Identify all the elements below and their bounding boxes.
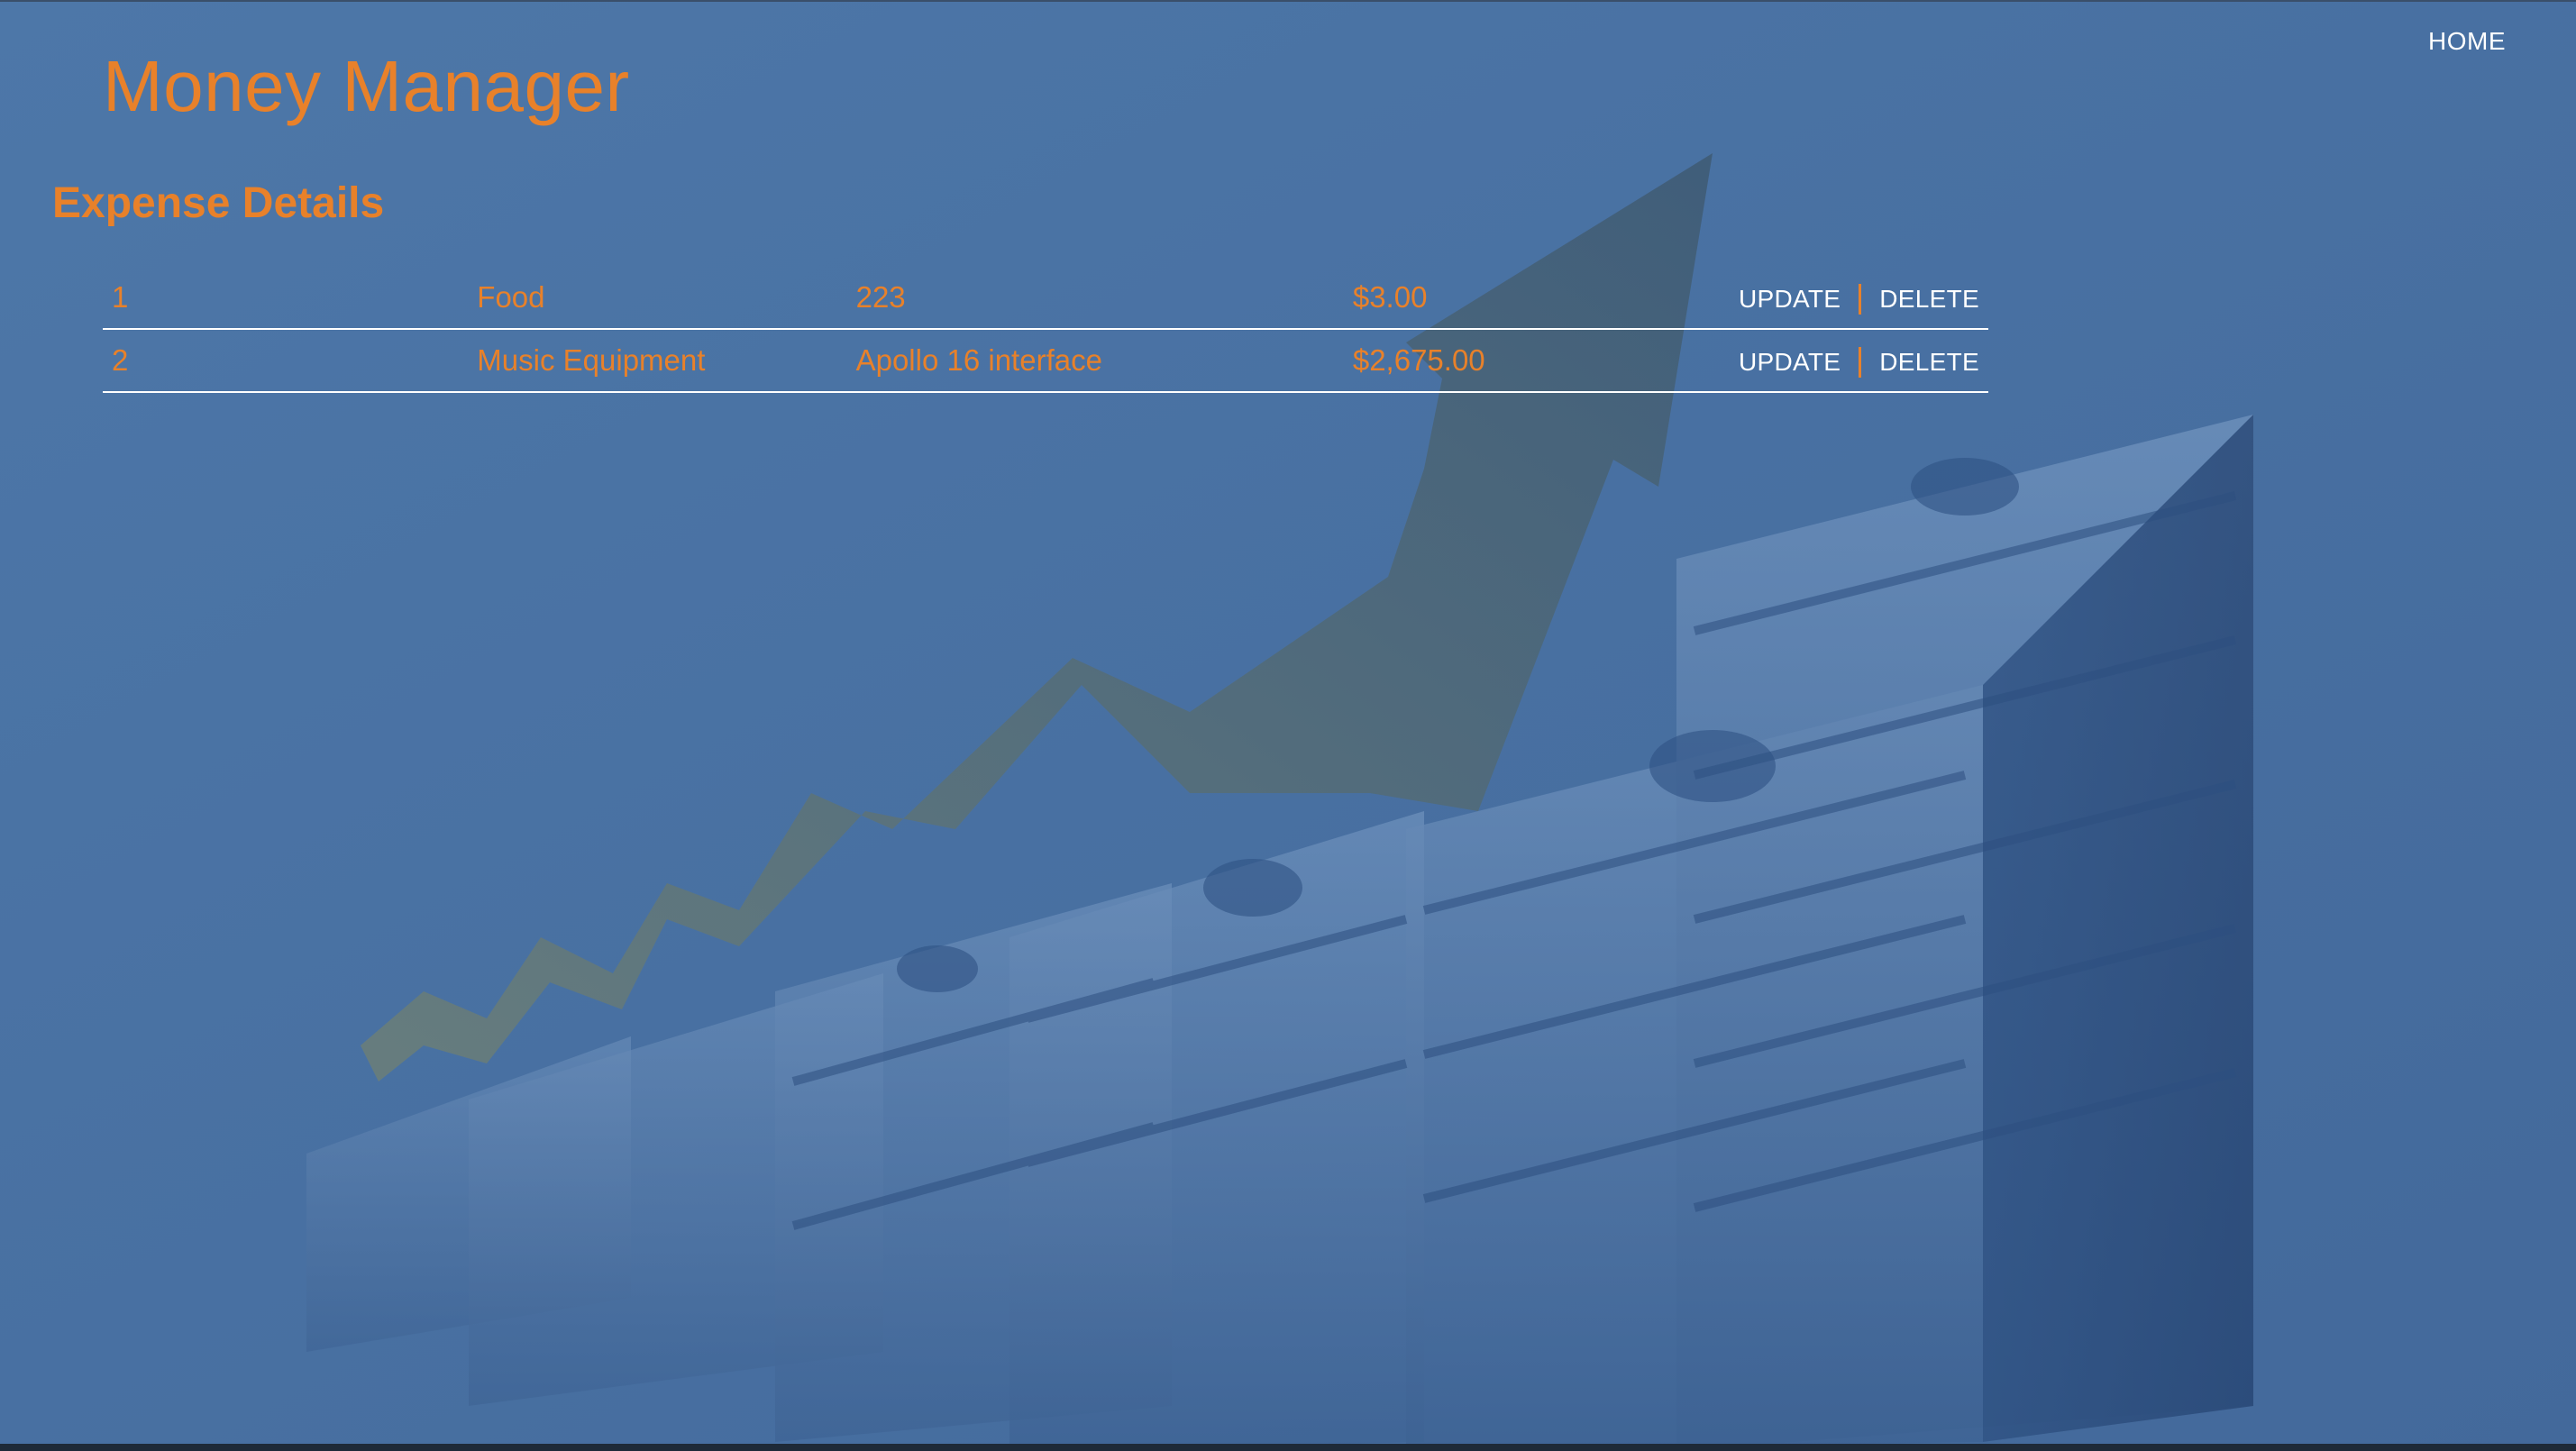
- expense-category: Food: [468, 267, 847, 330]
- home-link[interactable]: HOME: [2428, 27, 2506, 56]
- expense-amount: $2,675.00: [1343, 329, 1730, 393]
- app-title: Money Manager: [103, 46, 630, 126]
- expense-id: 1: [103, 267, 469, 330]
- expense-category: Music Equipment: [468, 329, 847, 393]
- expense-id: 2: [103, 329, 469, 393]
- action-separator: [1859, 347, 1862, 379]
- table-row: 2 Music Equipment Apollo 16 interface $2…: [103, 329, 1988, 393]
- update-button[interactable]: UPDATE: [1739, 348, 1841, 376]
- expense-amount: $3.00: [1343, 267, 1730, 330]
- expense-description: Apollo 16 interface: [846, 329, 1344, 393]
- row-actions: UPDATE DELETE: [1729, 329, 1988, 393]
- delete-button[interactable]: DELETE: [1879, 348, 1979, 376]
- delete-button[interactable]: DELETE: [1879, 285, 1979, 313]
- page-content: Money Manager HOME Expense Details 1 Foo…: [0, 0, 2576, 1451]
- update-button[interactable]: UPDATE: [1739, 285, 1841, 313]
- section-title: Expense Details: [52, 179, 385, 227]
- action-separator: [1859, 284, 1862, 315]
- expense-table: 1 Food 223 $3.00 UPDATE DELETE 2 Music Eq…: [103, 267, 1988, 393]
- row-actions: UPDATE DELETE: [1729, 267, 1988, 330]
- table-row: 1 Food 223 $3.00 UPDATE DELETE: [103, 267, 1988, 330]
- expense-description: 223: [846, 267, 1344, 330]
